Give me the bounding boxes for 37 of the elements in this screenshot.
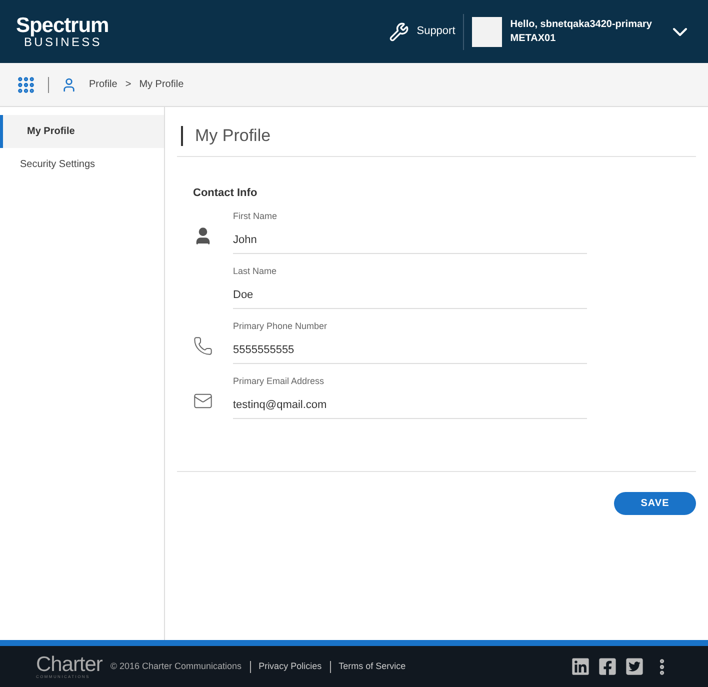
field-label: Primary Phone Number	[233, 320, 328, 333]
logo-name: Spectrum	[16, 15, 109, 36]
phone-icon	[193, 336, 213, 356]
save-button[interactable]: SAVE	[614, 492, 696, 514]
breadcrumb-item[interactable]: Profile	[89, 77, 118, 92]
account-name: METAX01	[510, 32, 557, 46]
greeting: Hello, sbnetqaka3420-primary	[510, 18, 652, 32]
text-field[interactable]: Primary Phone Number 5555555555	[233, 320, 587, 364]
sidebar-item[interactable]: Security Settings	[0, 148, 164, 181]
avatar	[472, 16, 502, 46]
breadcrumb-item: >	[125, 78, 132, 92]
sidebar-item[interactable]: My Profile	[0, 115, 164, 148]
field-value: John	[233, 233, 258, 248]
field-label: Primary Email Address	[233, 374, 326, 388]
section-title: Contact Info	[193, 186, 258, 201]
field-value: Doe	[233, 288, 254, 303]
logo-subtitle: BUSINESS	[24, 36, 102, 48]
text-field[interactable]: First Name John	[233, 210, 587, 254]
page-title: My Profile	[195, 124, 271, 147]
footer-link[interactable]: Terms of Service	[338, 660, 406, 674]
footer-link[interactable]: Privacy Policies	[258, 660, 322, 674]
support-link[interactable]: Support	[388, 14, 464, 50]
footer-logo: Charter	[36, 654, 102, 675]
field-label: First Name	[233, 210, 278, 222]
field-label: Last Name	[233, 264, 278, 278]
copyright-text: © 2016 Charter Communications	[110, 660, 242, 673]
apps-grid-icon[interactable]	[16, 74, 36, 94]
tools-icon	[388, 22, 409, 42]
text-field[interactable]: Primary Email Address testinq@qmail.com	[233, 374, 587, 418]
breadcrumb-item: My Profile	[139, 78, 184, 92]
user-icon	[61, 76, 77, 92]
facebook-icon[interactable]	[598, 657, 617, 676]
text-field[interactable]: Last Name Doe	[233, 264, 587, 308]
twitter-icon[interactable]	[625, 657, 644, 676]
field-value: 5555555555	[233, 343, 296, 358]
field-value: testinq@qmail.com	[233, 398, 328, 413]
linkedin-icon[interactable]	[571, 657, 590, 676]
